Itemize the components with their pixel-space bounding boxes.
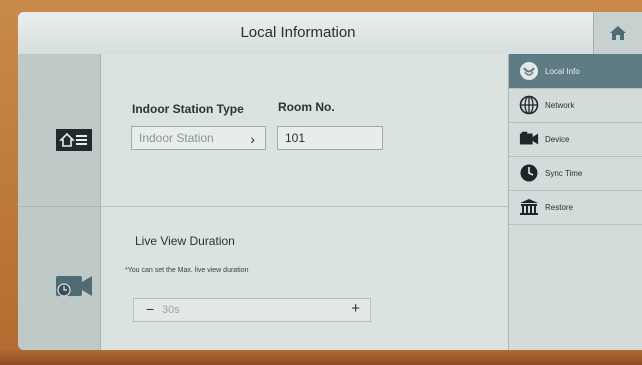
indoor-station-type-value: Indoor Station: [139, 131, 214, 145]
menu-label-sync-time: Sync Time: [545, 168, 583, 178]
home-icon: [610, 26, 626, 40]
live-view-duration-label: Live View Duration: [135, 234, 235, 248]
device-bezel: [0, 350, 642, 365]
menu-item-local-info[interactable]: Local Info: [509, 54, 642, 89]
menu-label-network: Network: [545, 100, 575, 110]
indoor-station-type-select[interactable]: Indoor Station ›: [131, 126, 266, 150]
decrease-button[interactable]: −: [146, 301, 154, 317]
camera-icon: [519, 129, 539, 149]
room-number-field[interactable]: 101: [277, 126, 383, 150]
clock-icon: [519, 163, 539, 183]
title-bar: Local Information: [18, 12, 642, 55]
section-icon-column: [18, 54, 101, 350]
menu-label-restore: Restore: [545, 202, 574, 212]
section-divider: [101, 206, 508, 207]
home-button[interactable]: [593, 12, 642, 54]
room-number-label: Room No.: [278, 100, 335, 114]
settings-menu: Local Info Network Device Sync Time Rest…: [508, 54, 642, 350]
menu-item-device[interactable]: Device: [509, 122, 642, 157]
globe-icon: [519, 95, 539, 115]
menu-item-sync-time[interactable]: Sync Time: [509, 156, 642, 191]
room-number-value: 101: [285, 131, 306, 145]
restore-icon: [519, 197, 539, 217]
video-camera-icon: [54, 270, 94, 302]
menu-item-network[interactable]: Network: [509, 88, 642, 123]
menu-label-local-info: Local Info: [545, 66, 580, 76]
home-list-icon: [54, 124, 94, 156]
live-view-note: *You can set the Max. live view duration: [125, 267, 249, 274]
screen: Local Information Indoor Station Type Ro…: [18, 12, 642, 350]
live-view-duration-value: 30s: [162, 304, 180, 316]
indoor-station-type-label: Indoor Station Type: [132, 102, 244, 116]
menu-label-device: Device: [545, 134, 570, 144]
chevron-right-icon: ›: [250, 131, 255, 147]
live-view-duration-stepper[interactable]: − 30s +: [133, 298, 371, 322]
menu-item-restore[interactable]: Restore: [509, 190, 642, 225]
increase-button[interactable]: +: [351, 300, 360, 317]
left-divider: [18, 206, 100, 207]
page-title: Local Information: [240, 24, 356, 41]
info-disc-icon: [519, 61, 539, 81]
main-content: Indoor Station Type Room No. Indoor Stat…: [101, 54, 508, 350]
